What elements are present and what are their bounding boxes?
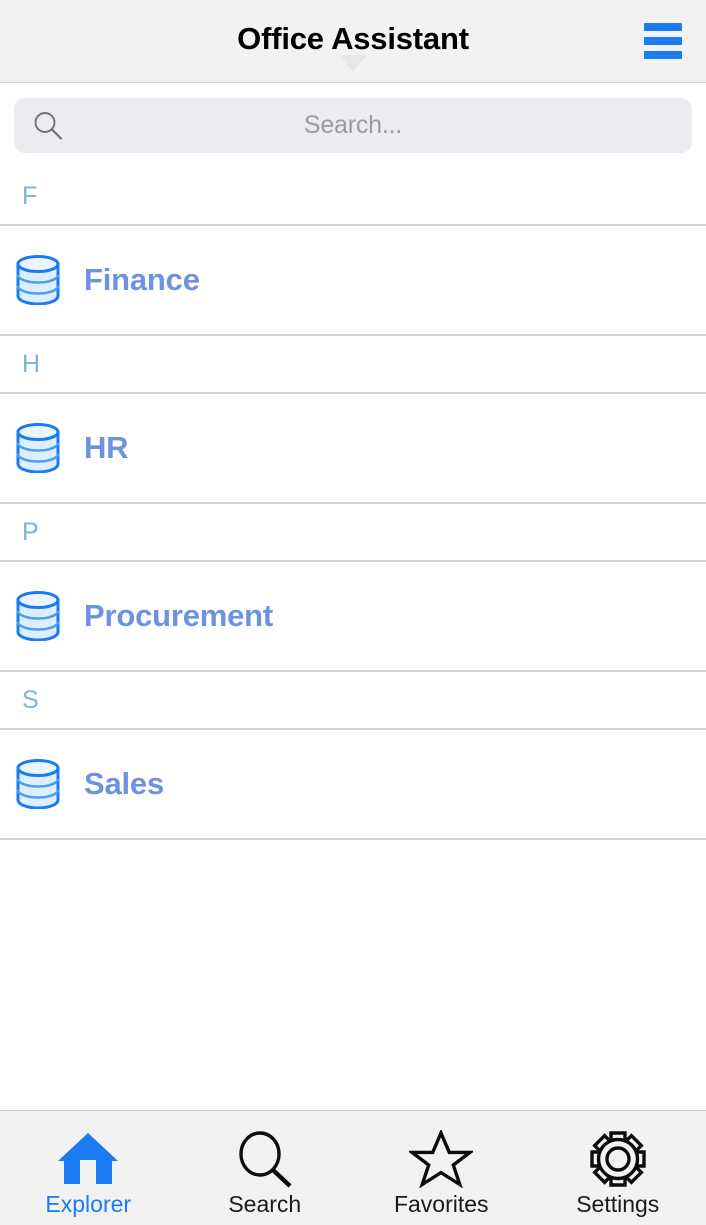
section-header-label: H	[22, 349, 41, 378]
section-header-label: P	[22, 517, 39, 546]
tab-search[interactable]: Search	[177, 1111, 354, 1225]
navigation-bar: Office Assistant	[0, 0, 706, 83]
search-placeholder: Search...	[303, 111, 403, 139]
list-item-label: HR	[84, 430, 129, 465]
list-item[interactable]: Finance	[0, 226, 706, 336]
section-header-f: F	[0, 168, 706, 226]
menu-bar-middle	[644, 37, 682, 45]
section-header-p: P	[0, 504, 706, 562]
database-icon	[16, 759, 60, 809]
gear-icon	[582, 1127, 654, 1191]
search-bar-container: Search...	[0, 83, 706, 168]
tab-label: Favorites	[393, 1190, 489, 1217]
section-header-h: H	[0, 336, 706, 394]
hamburger-menu-icon[interactable]	[640, 21, 686, 61]
bottom-tab-bar: Explorer Search Favorites Settings	[0, 1110, 706, 1225]
home-icon	[52, 1127, 124, 1191]
app-root: Office Assistant Search... F Finance H H…	[0, 0, 706, 1225]
page-title: Office Assistant	[237, 20, 469, 56]
section-header-label: S	[22, 685, 39, 714]
menu-bar-bottom	[644, 51, 682, 59]
database-list[interactable]: F Finance H HR P Procurement S Sales	[0, 168, 706, 1110]
list-item[interactable]: HR	[0, 394, 706, 504]
dropdown-caret-icon	[339, 55, 367, 72]
tab-label: Search	[228, 1190, 302, 1217]
list-item-label: Finance	[84, 262, 200, 297]
tab-explorer[interactable]: Explorer	[0, 1111, 177, 1225]
database-icon	[16, 255, 60, 305]
list-item[interactable]: Sales	[0, 730, 706, 840]
tab-label: Settings	[576, 1190, 660, 1217]
tab-label: Explorer	[45, 1190, 132, 1217]
database-icon	[16, 423, 60, 473]
menu-bar-top	[644, 23, 682, 31]
search-input[interactable]: Search...	[14, 98, 692, 153]
list-item[interactable]: Procurement	[0, 562, 706, 672]
list-item-label: Procurement	[84, 598, 274, 633]
search-icon	[34, 111, 63, 140]
database-icon	[16, 591, 60, 641]
tab-favorites[interactable]: Favorites	[353, 1111, 530, 1225]
list-item-label: Sales	[84, 766, 165, 801]
star-icon	[405, 1127, 477, 1191]
section-header-label: F	[22, 181, 38, 210]
section-header-s: S	[0, 672, 706, 730]
search-icon	[229, 1127, 301, 1191]
tab-settings[interactable]: Settings	[530, 1111, 706, 1225]
